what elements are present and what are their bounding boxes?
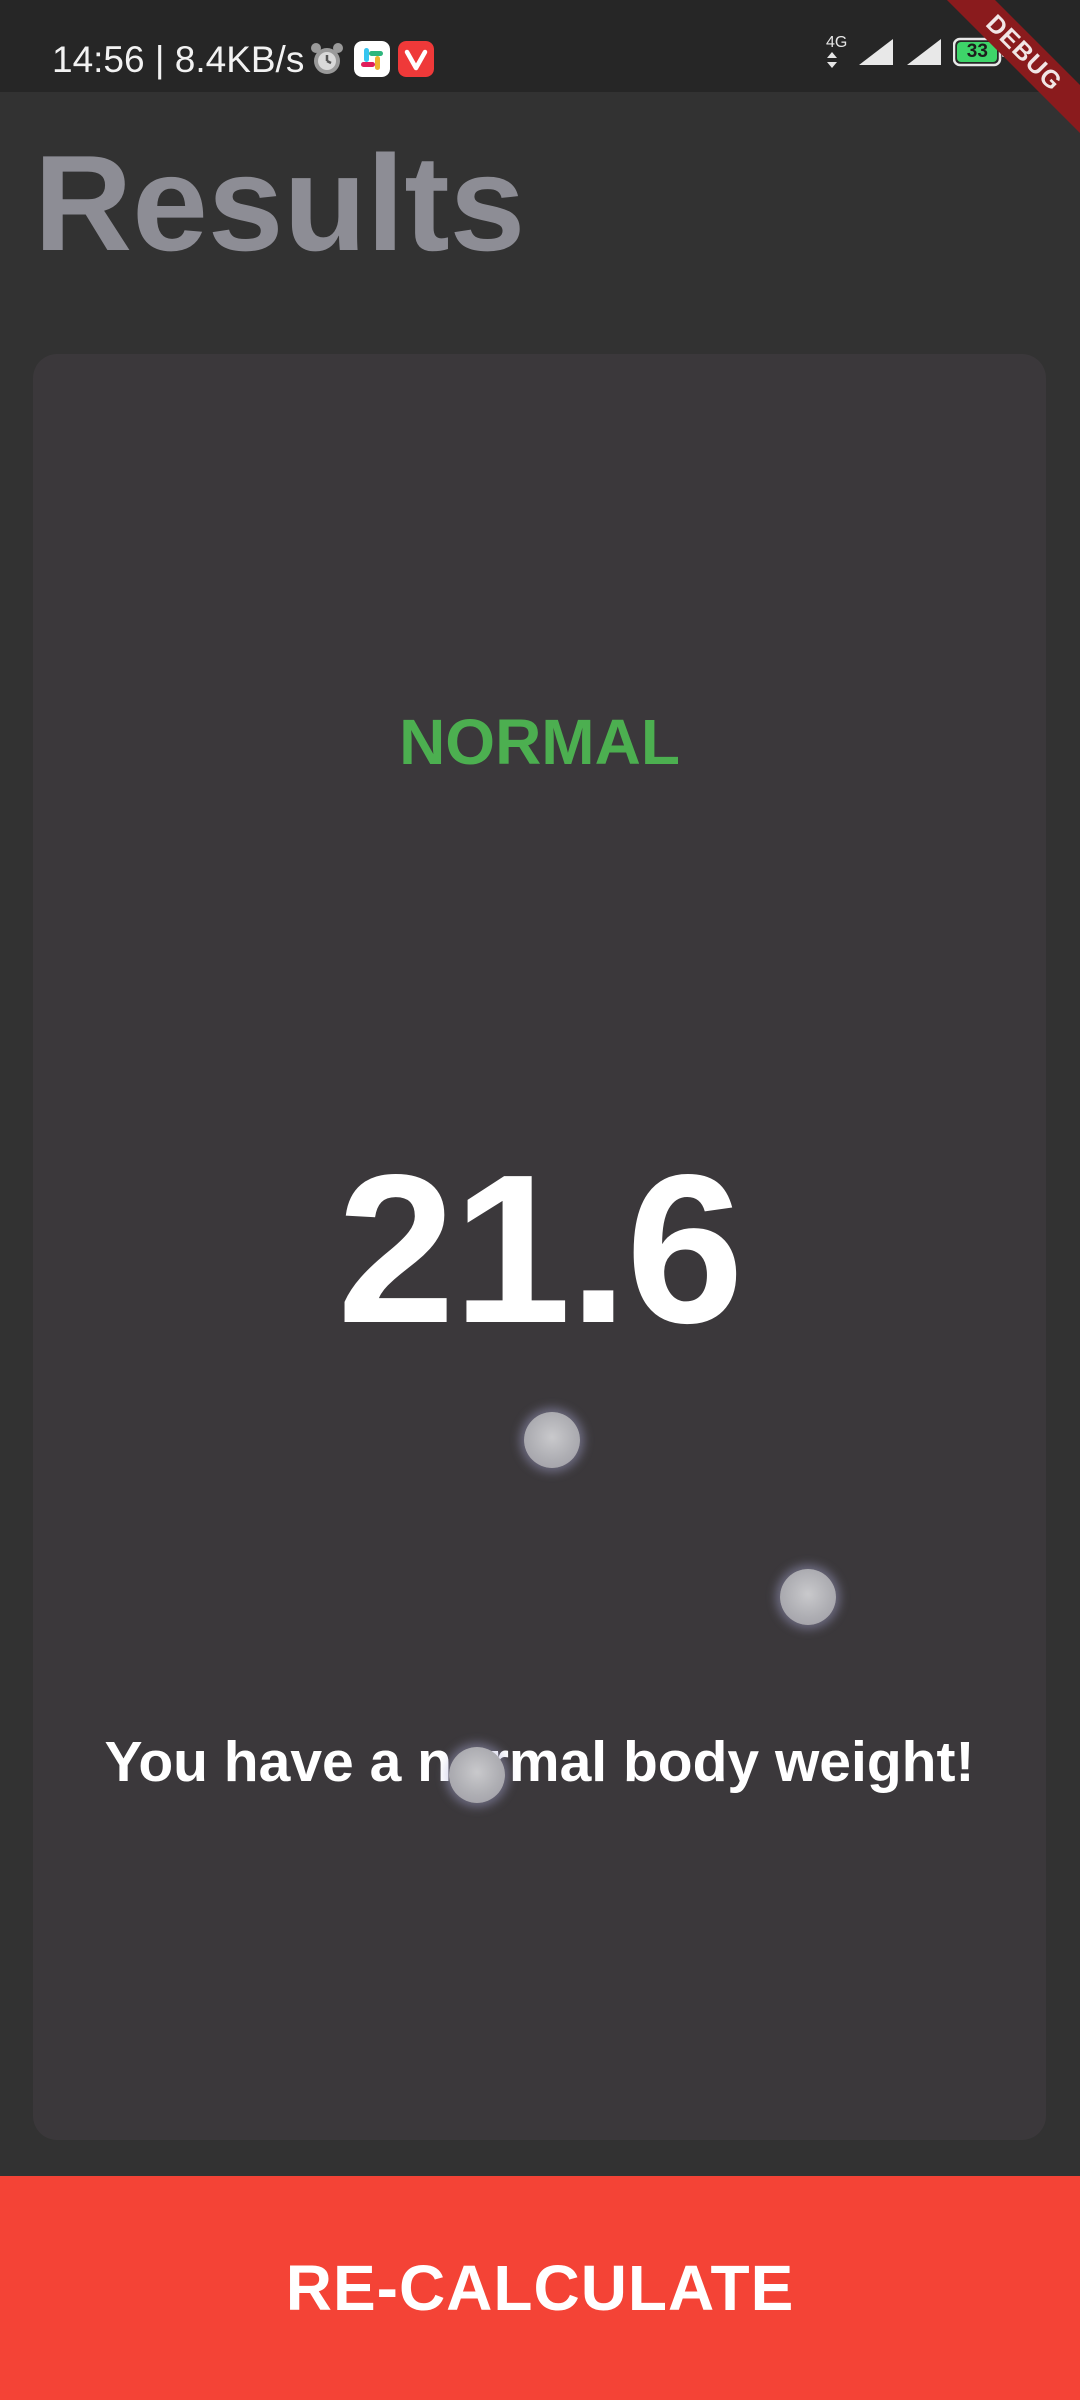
status-time-speed: 14:56 | 8.4KB/s bbox=[52, 39, 305, 80]
data-arrows-icon bbox=[827, 52, 837, 68]
network-indicator: 4G bbox=[826, 34, 848, 68]
status-indicators: 4G 33 bbox=[826, 34, 1009, 68]
page-title: Results bbox=[34, 127, 526, 279]
result-card: NORMAL 21.6 You have a normal body weigh… bbox=[33, 354, 1046, 2140]
signal-icon-secondary bbox=[907, 39, 942, 65]
recalculate-button-label: RE-CALCULATE bbox=[285, 2252, 795, 2324]
vivaldi-icon bbox=[398, 41, 434, 77]
signal-icon bbox=[859, 39, 894, 65]
result-status-label: NORMAL bbox=[399, 706, 680, 778]
debug-banner: DEBUG bbox=[927, 0, 1080, 150]
status-app-icons bbox=[308, 40, 434, 78]
touch-indicator bbox=[524, 1412, 580, 1468]
bmi-value: 21.6 bbox=[337, 1130, 744, 1367]
status-bar: 14:56 | 8.4KB/s 4G 33 DEBUG bbox=[0, 0, 1080, 150]
touch-indicator bbox=[780, 1569, 836, 1625]
network-type-label: 4G bbox=[826, 34, 848, 51]
touch-indicator bbox=[449, 1747, 505, 1803]
battery-level: 33 bbox=[966, 41, 988, 62]
alarm-icon bbox=[311, 43, 343, 74]
slack-icon bbox=[354, 41, 390, 77]
recalculate-button[interactable]: RE-CALCULATE bbox=[0, 2176, 1080, 2400]
result-message: You have a normal body weight! bbox=[104, 1730, 975, 1794]
